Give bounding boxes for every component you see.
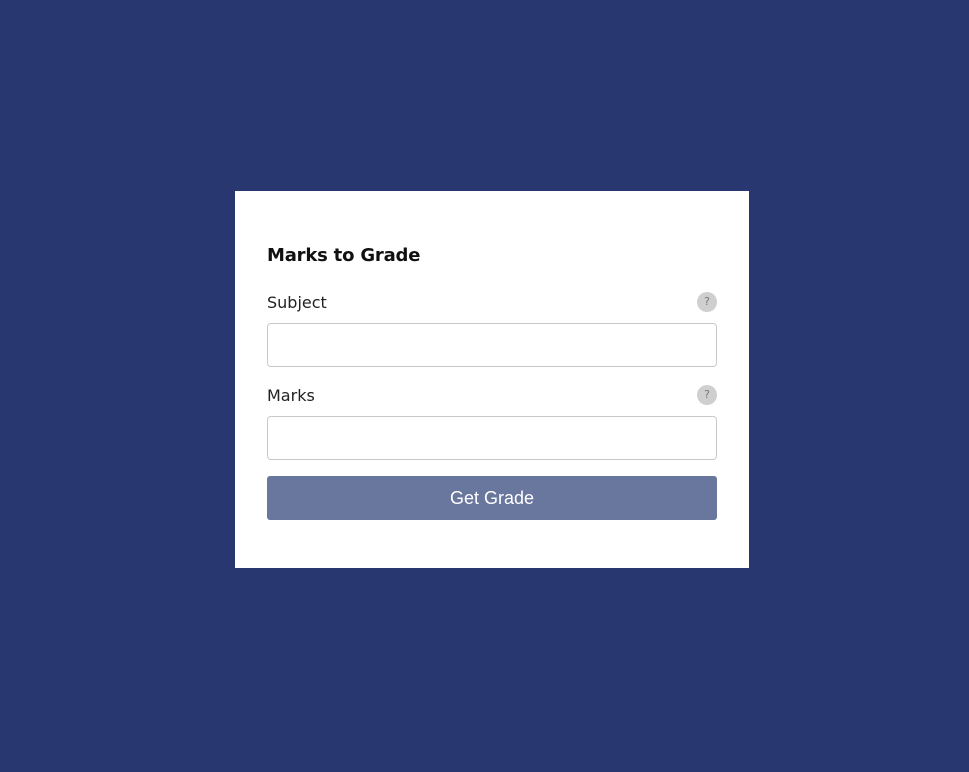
marks-label: Marks <box>267 385 315 405</box>
subject-label: Subject <box>267 292 327 312</box>
subject-label-row: Subject ? <box>267 292 717 312</box>
marks-input[interactable] <box>267 416 717 460</box>
subject-field: Subject ? <box>267 292 717 367</box>
marks-label-row: Marks ? <box>267 385 717 405</box>
question-mark-icon[interactable]: ? <box>697 292 717 312</box>
grade-form-card: Marks to Grade Subject ? Marks ? Get Gra… <box>235 191 749 568</box>
marks-field: Marks ? <box>267 385 717 460</box>
question-mark-icon[interactable]: ? <box>697 385 717 405</box>
subject-input[interactable] <box>267 323 717 367</box>
get-grade-button[interactable]: Get Grade <box>267 476 717 520</box>
form-title: Marks to Grade <box>267 245 421 266</box>
